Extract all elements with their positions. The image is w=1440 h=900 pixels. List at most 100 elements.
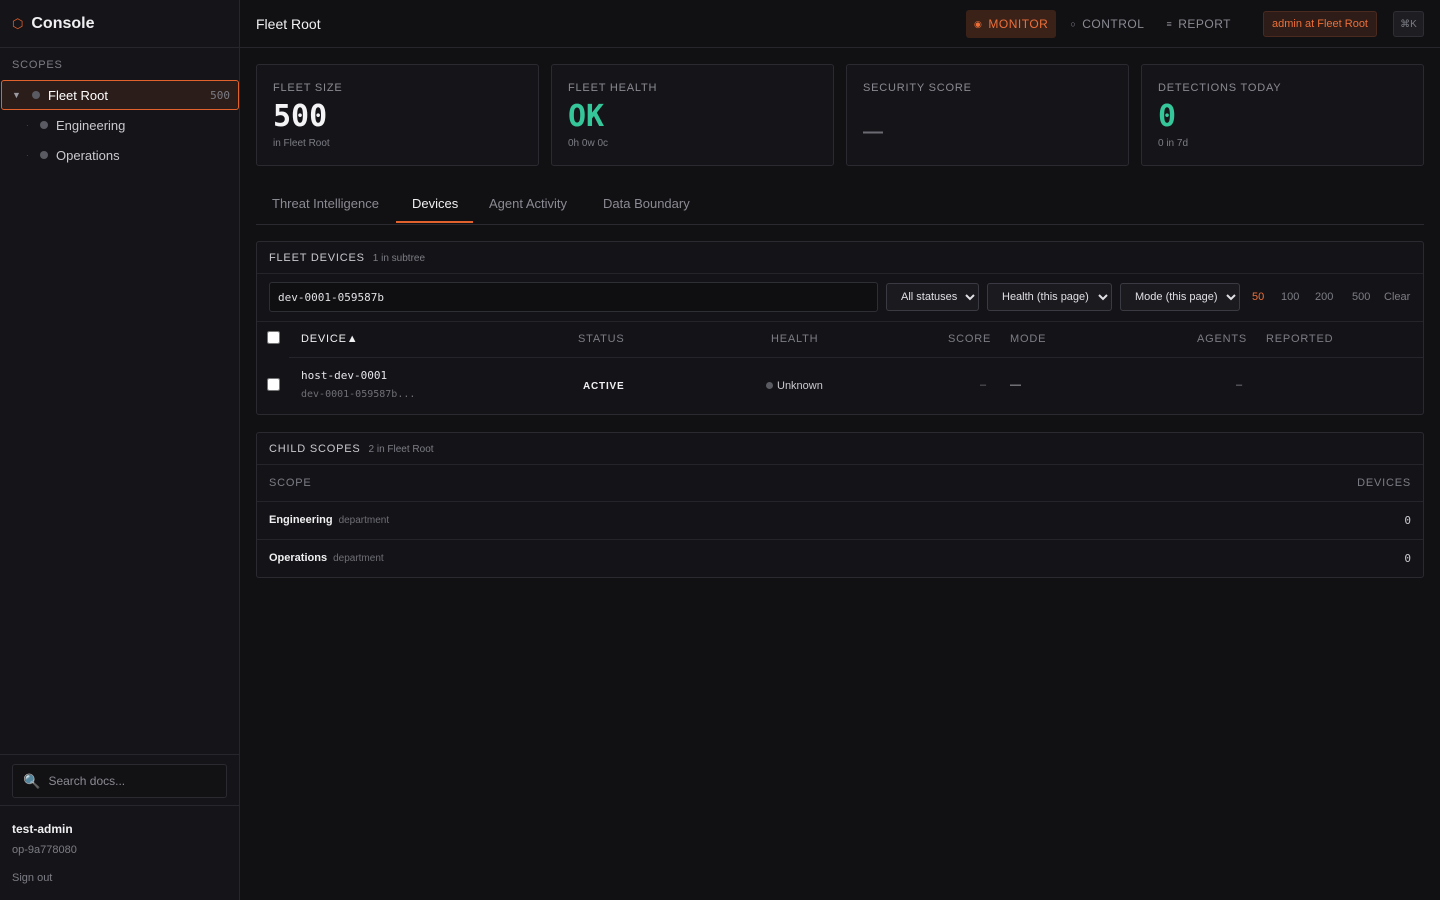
scope-pill[interactable]: admin at Fleet Root [1263, 11, 1377, 37]
sidebar-search-area: 🔍 [0, 754, 239, 806]
stat-value: — [863, 121, 883, 143]
brand[interactable]: ⬡ Console [0, 0, 239, 48]
docs-search-input[interactable] [48, 774, 209, 788]
scope-type: department [338, 515, 390, 526]
mode-value: — [1010, 379, 1021, 391]
stat-label: DETECTIONS TODAY [1158, 82, 1282, 94]
scope-name: Engineering [269, 514, 333, 526]
stat-card-security-score: SECURITY SCORE — [846, 64, 1129, 166]
device-id: dev-0001-059587b... [301, 389, 416, 400]
row-checkbox[interactable] [267, 378, 280, 391]
tab-data-boundary[interactable]: Data Boundary [603, 196, 690, 211]
brand-title: Console [31, 14, 95, 32]
stat-value: OK [568, 99, 605, 134]
stat-card-fleet-health: FLEET HEALTH OK 0h 0w 0c [551, 64, 834, 166]
scope-name-cell[interactable]: Operations department [269, 552, 384, 564]
scope-dot-icon [32, 91, 40, 99]
agents-value: – [1236, 379, 1243, 391]
topbar: Fleet Root ◉ MONITOR ○ CONTROL ≡ REPORT … [240, 0, 1440, 48]
monitor-dot-icon: ◉ [974, 18, 983, 29]
panel-header: CHILD SCOPES 2 in Fleet Root [269, 443, 434, 455]
panel-title: FLEET DEVICES [269, 252, 365, 264]
active-tab-indicator [396, 221, 473, 223]
scope-device-count: 0 [1404, 514, 1411, 527]
tree-spacer: · [26, 150, 29, 160]
user-id: op-9a778080 [12, 844, 77, 856]
hexagon-icon: ⬡ [12, 15, 24, 31]
user-name: test-admin [12, 822, 73, 836]
column-header-mode[interactable]: MODE [1010, 333, 1046, 345]
tree-item-fleet-root[interactable]: ▼ Fleet Root 500 [1, 80, 239, 110]
tab-agent-activity[interactable]: Agent Activity [489, 196, 567, 211]
tab-bar: Threat Intelligence Devices Agent Activi… [256, 186, 1424, 225]
scope-dot-icon [40, 151, 48, 159]
fleet-devices-panel: FLEET DEVICES 1 in subtree All statuses … [256, 241, 1424, 415]
docs-search-box[interactable]: 🔍 [12, 764, 227, 798]
tab-threat-intelligence[interactable]: Threat Intelligence [272, 196, 379, 211]
stat-value: 0 [1158, 99, 1177, 134]
sign-out-link[interactable]: Sign out [12, 872, 52, 884]
column-header-status[interactable]: STATUS [578, 333, 625, 345]
panel-meta: 2 in Fleet Root [368, 444, 434, 455]
mode-filter-select[interactable]: Mode (this page) [1120, 283, 1240, 311]
panel-title: CHILD SCOPES [269, 443, 361, 455]
stat-label: SECURITY SCORE [863, 82, 972, 94]
divider [257, 273, 1423, 274]
tree-spacer: · [26, 120, 29, 130]
stat-sub: 0 in 7d [1158, 138, 1189, 149]
scope-type: department [333, 553, 384, 564]
scopes-section-label: SCOPES [12, 59, 63, 71]
tree-item-label: Engineering [56, 117, 126, 133]
divider [289, 357, 1423, 358]
stat-card-detections-today: DETECTIONS TODAY 0 0 in 7d [1141, 64, 1424, 166]
mode-control[interactable]: ○ CONTROL [1062, 10, 1152, 38]
clear-filters-link[interactable]: Clear [1384, 291, 1410, 303]
column-header-agents[interactable]: AGENTS [1197, 333, 1247, 345]
status-filter-select[interactable]: All statuses [886, 283, 979, 311]
tree-item-count: 500 [210, 88, 230, 102]
mode-monitor[interactable]: ◉ MONITOR [966, 10, 1057, 38]
table-row[interactable]: Operations department 0 [257, 540, 1423, 577]
scope-name-cell[interactable]: Engineering department [269, 514, 389, 526]
tree-item-engineering[interactable]: · Engineering [0, 110, 240, 140]
command-palette-button[interactable]: ⌘K [1393, 11, 1424, 37]
tree-item-label: Operations [56, 147, 120, 163]
select-all-checkbox[interactable] [267, 331, 280, 344]
panel-header: FLEET DEVICES 1 in subtree [269, 252, 425, 264]
device-name[interactable]: host-dev-0001 [301, 369, 387, 382]
column-header-device[interactable]: DEVICE▲ [301, 333, 358, 345]
column-header-reported[interactable]: REPORTED [1266, 333, 1333, 345]
page-size-100[interactable]: 100 [1281, 291, 1299, 303]
column-header-health[interactable]: HEALTH [771, 333, 818, 345]
page-size-50[interactable]: 50 [1252, 291, 1264, 303]
report-lines-icon: ≡ [1166, 19, 1173, 29]
table-row[interactable]: Engineering department 0 [257, 502, 1423, 539]
search-icon: 🔍 [23, 772, 41, 789]
tab-devices[interactable]: Devices [412, 196, 458, 211]
stat-sub: in Fleet Root [273, 138, 330, 149]
stat-label: FLEET HEALTH [568, 82, 658, 94]
mode-report[interactable]: ≡ REPORT [1158, 10, 1239, 38]
health-dot-icon [766, 382, 773, 389]
column-header-score[interactable]: SCORE [948, 333, 991, 345]
scope-dot-icon [40, 121, 48, 129]
health-label: Unknown [777, 380, 823, 392]
scope-name: Operations [269, 552, 328, 564]
health-indicator: Unknown [766, 380, 823, 392]
status-badge: ACTIVE [583, 381, 625, 392]
stat-value: 500 [273, 99, 328, 134]
page-size-200[interactable]: 200 [1315, 291, 1333, 303]
page-size-500[interactable]: 500 [1352, 291, 1370, 303]
divider [257, 321, 1423, 322]
stat-label: FLEET SIZE [273, 82, 343, 94]
stat-card-fleet-size: FLEET SIZE 500 in Fleet Root [256, 64, 539, 166]
chevron-down-icon[interactable]: ▼ [12, 90, 24, 100]
scope-device-count: 0 [1404, 552, 1411, 565]
mode-label: CONTROL [1082, 17, 1145, 31]
health-filter-select[interactable]: Health (this page) [987, 283, 1112, 311]
device-filter-input[interactable] [269, 282, 878, 312]
page-title: Fleet Root [256, 15, 321, 32]
tree-item-operations[interactable]: · Operations [0, 140, 240, 170]
mode-label: REPORT [1178, 17, 1231, 31]
column-header-scope: SCOPE [269, 477, 312, 489]
